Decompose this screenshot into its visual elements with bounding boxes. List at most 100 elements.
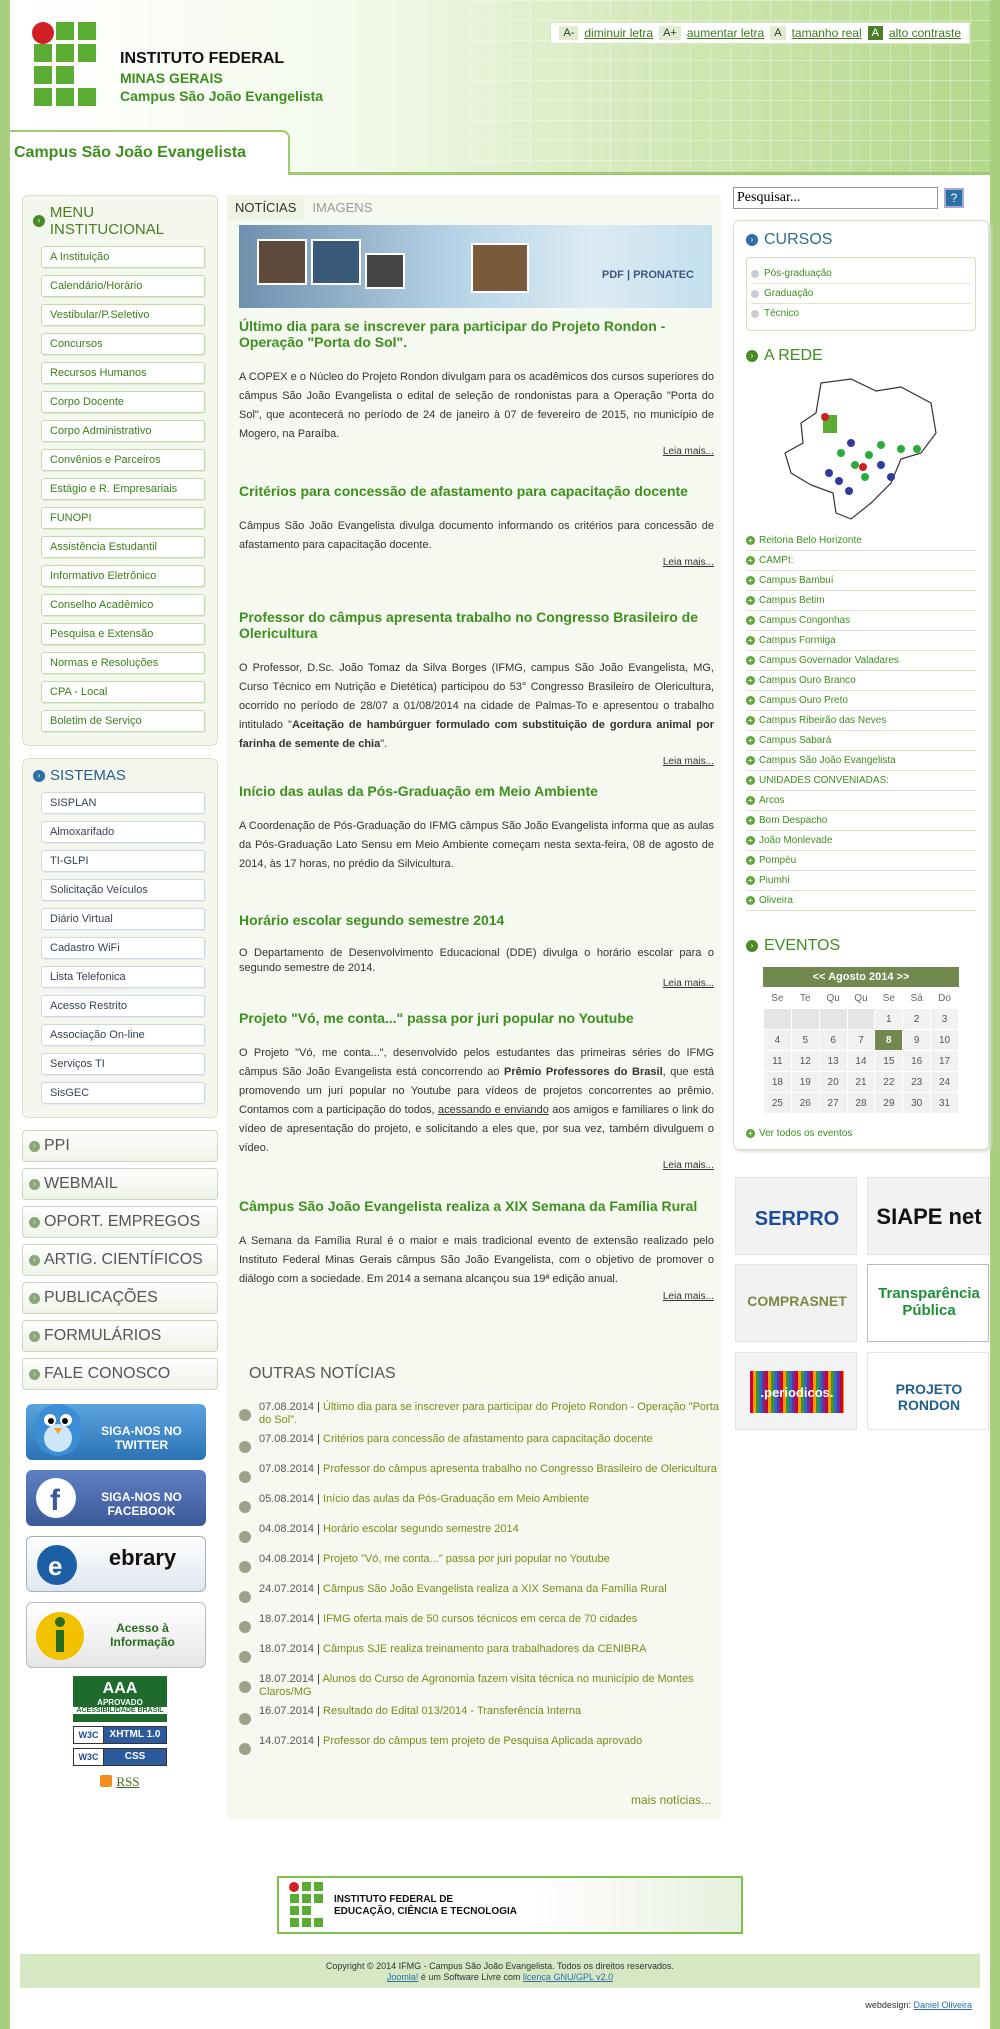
other-news-item[interactable]: 07.08.2014 | Critérios para concessão de… <box>239 1427 719 1457</box>
calendar-day[interactable]: 3 <box>930 1008 959 1030</box>
rede-item[interactable]: + Campus Congonhas <box>746 611 976 631</box>
other-news-item[interactable]: 04.08.2014 | Projeto "Vó, me conta..." p… <box>239 1547 719 1577</box>
calendar-day[interactable]: 9 <box>902 1029 932 1051</box>
calendar-day[interactable]: 30 <box>902 1092 932 1114</box>
other-news-item[interactable]: 07.08.2014 | Último dia para se inscreve… <box>239 1395 719 1427</box>
menu-item-funopi[interactable]: FUNOPI <box>41 507 205 529</box>
license-link[interactable]: licença GNU/GPL v2.0 <box>523 1972 613 1982</box>
webdesign-link[interactable]: Daniel Oliveira <box>913 2000 972 2010</box>
twitter-banner[interactable]: SIGA-NOS NO TWITTER <box>26 1404 206 1460</box>
calendar-day[interactable]: 18 <box>763 1071 792 1093</box>
menu-item-cpa[interactable]: CPA - Local <box>41 681 205 703</box>
calendar-day[interactable]: 21 <box>846 1071 876 1093</box>
menu-item-boletim[interactable]: Boletim de Serviço <box>41 710 205 732</box>
rede-item[interactable]: + Campus São João Evangelista <box>746 751 976 771</box>
rede-item[interactable]: + Arcos <box>746 791 976 811</box>
other-news-title[interactable]: Último dia para se inscrever para partic… <box>259 1401 719 1426</box>
link-publicacoes[interactable]: › PUBLICAÇÕES <box>22 1282 218 1314</box>
sys-item-sisgec[interactable]: SisGEC <box>41 1082 205 1104</box>
ebrary-banner[interactable]: e ebrary <box>26 1536 206 1592</box>
joomla-link[interactable]: Joomla! <box>387 1972 419 1982</box>
calendar-day[interactable]: 12 <box>790 1050 820 1072</box>
news-title[interactable]: Critérios para concessão de afastamento … <box>239 483 714 499</box>
sys-item-diario[interactable]: Diário Virtual <box>41 908 205 930</box>
other-news-item[interactable]: 04.08.2014 | Horário escolar segundo sem… <box>239 1517 719 1547</box>
rede-item[interactable]: + Campus Sabará <box>746 731 976 751</box>
calendar-day[interactable]: 28 <box>846 1092 876 1114</box>
campus-tab[interactable]: Campus São João Evangelista <box>10 130 290 175</box>
read-more-link[interactable]: Leia mais... <box>239 446 714 457</box>
css-badge[interactable]: W3C CSS <box>73 1748 167 1766</box>
sys-item-veiculos[interactable]: Solicitação Veículos <box>41 879 205 901</box>
other-news-item[interactable]: 05.08.2014 | Início das aulas da Pós-Gra… <box>239 1487 719 1517</box>
search-input[interactable] <box>733 187 938 209</box>
link-fale-conosco[interactable]: › FALE CONOSCO <box>22 1358 218 1390</box>
calendar-day[interactable]: 23 <box>902 1071 932 1093</box>
read-more-link[interactable]: Leia mais... <box>239 1291 714 1302</box>
partner-serpro[interactable]: SERPRO <box>735 1177 857 1255</box>
sys-item-associacao[interactable]: Associação On-line <box>41 1024 205 1046</box>
partner-rondon[interactable]: PROJETO RONDON <box>867 1352 989 1430</box>
facebook-banner[interactable]: f SIGA-NOS NO FACEBOOK <box>26 1470 206 1526</box>
tab-noticias[interactable]: NOTÍCIAS <box>227 195 305 221</box>
other-news-item[interactable]: 18.07.2014 | IFMG oferta mais de 50 curs… <box>239 1607 719 1637</box>
calendar-day[interactable]: 2 <box>902 1008 932 1030</box>
calendar-day[interactable]: 10 <box>930 1029 959 1051</box>
rede-item[interactable]: + Campus Ouro Branco <box>746 671 976 691</box>
calendar-day[interactable]: 11 <box>763 1050 792 1072</box>
partner-comprasnet[interactable]: COMPRASNET <box>735 1264 857 1342</box>
rede-item[interactable]: + Campus Formiga <box>746 631 976 651</box>
curso-item[interactable]: Graduação <box>751 284 971 304</box>
partner-periodicos[interactable]: .periodicos. <box>735 1352 857 1430</box>
calendar-day[interactable]: 4 <box>763 1029 792 1051</box>
news-title[interactable]: Horário escolar segundo semestre 2014 <box>239 912 714 928</box>
menu-item-vestibular[interactable]: Vestibular/P.Seletivo <box>41 304 205 326</box>
news-title[interactable]: Projeto "Vó, me conta..." passa por juri… <box>239 1010 714 1026</box>
calendar-day[interactable]: 17 <box>930 1050 959 1072</box>
rede-item[interactable]: + UNIDADES CONVENIADAS: <box>746 771 976 791</box>
acesso-informacao-banner[interactable]: Acesso à Informação <box>26 1602 206 1668</box>
sys-item-servicos-ti[interactable]: Serviços TI <box>41 1053 205 1075</box>
link-empregos[interactable]: › OPORT. EMPREGOS <box>22 1206 218 1238</box>
rede-item[interactable]: + Campus Governador Valadares <box>746 651 976 671</box>
other-news-title[interactable]: Professor do câmpus apresenta trabalho n… <box>323 1463 717 1475</box>
sys-item-sisplan[interactable]: SISPLAN <box>41 792 205 814</box>
rede-item[interactable]: + Campus Ouro Preto <box>746 691 976 711</box>
other-news-item[interactable]: 14.07.2014 | Professor do câmpus tem pro… <box>239 1729 719 1759</box>
read-more-link[interactable]: Leia mais... <box>239 978 714 989</box>
acessibilidade-badge[interactable]: AAA APROVADO ACESSIBILIDADE BRASIL <box>73 1676 167 1722</box>
sys-item-tiglpi[interactable]: TI-GLPI <box>41 850 205 872</box>
read-more-link[interactable]: Leia mais... <box>239 557 714 568</box>
calendar-day[interactable]: 14 <box>846 1050 876 1072</box>
rede-item[interactable]: + Campus Ribeirão das Neves <box>746 711 976 731</box>
read-more-link[interactable]: Leia mais... <box>239 756 714 767</box>
link-webmail[interactable]: › WEBMAIL <box>22 1168 218 1200</box>
calendar-header[interactable]: << Agosto 2014 >> <box>763 967 959 987</box>
menu-item-informativo[interactable]: Informativo Eletrônico <box>41 565 205 587</box>
other-news-item[interactable]: 16.07.2014 | Resultado do Edital 013/201… <box>239 1699 719 1729</box>
other-news-item[interactable]: 18.07.2014 | Alunos do Curso de Agronomi… <box>239 1667 719 1699</box>
other-news-title[interactable]: Início das aulas da Pós-Graduação em Mei… <box>323 1493 589 1505</box>
calendar-day[interactable]: 19 <box>790 1071 820 1093</box>
rede-item[interactable]: + Piumhi <box>746 871 976 891</box>
decrease-font-link[interactable]: diminuir letra <box>584 26 653 40</box>
link-ppi[interactable]: › PPI <box>22 1130 218 1162</box>
news-title[interactable]: Início das aulas da Pós-Graduação em Mei… <box>239 783 714 799</box>
other-news-title[interactable]: Professor do câmpus tem projeto de Pesqu… <box>323 1735 642 1747</box>
calendar-day[interactable]: 5 <box>790 1029 820 1051</box>
other-news-item[interactable]: 07.08.2014 | Professor do câmpus apresen… <box>239 1457 719 1487</box>
rede-item[interactable]: + João Monlevade <box>746 831 976 851</box>
other-news-title[interactable]: Câmpus São João Evangelista realiza a XI… <box>323 1583 667 1595</box>
pronatec-banner[interactable]: PDF | PRONATEC <box>239 225 712 308</box>
search-button[interactable]: ? <box>944 188 964 208</box>
curso-item[interactable]: Pós-graduação <box>751 264 971 284</box>
partner-transparencia[interactable]: Transparência Pública <box>867 1264 989 1342</box>
menu-item-normas[interactable]: Normas e Resoluções <box>41 652 205 674</box>
calendar-day[interactable]: 8 <box>874 1029 904 1051</box>
other-news-title[interactable]: Projeto "Vó, me conta..." passa por juri… <box>323 1553 610 1565</box>
calendar-day[interactable]: 24 <box>930 1071 959 1093</box>
menu-item-instituicao[interactable]: A Instituição <box>41 246 205 268</box>
calendar-day[interactable]: 1 <box>874 1008 904 1030</box>
calendar-day[interactable]: 26 <box>790 1092 820 1114</box>
increase-font-link[interactable]: aumentar letra <box>687 26 764 40</box>
